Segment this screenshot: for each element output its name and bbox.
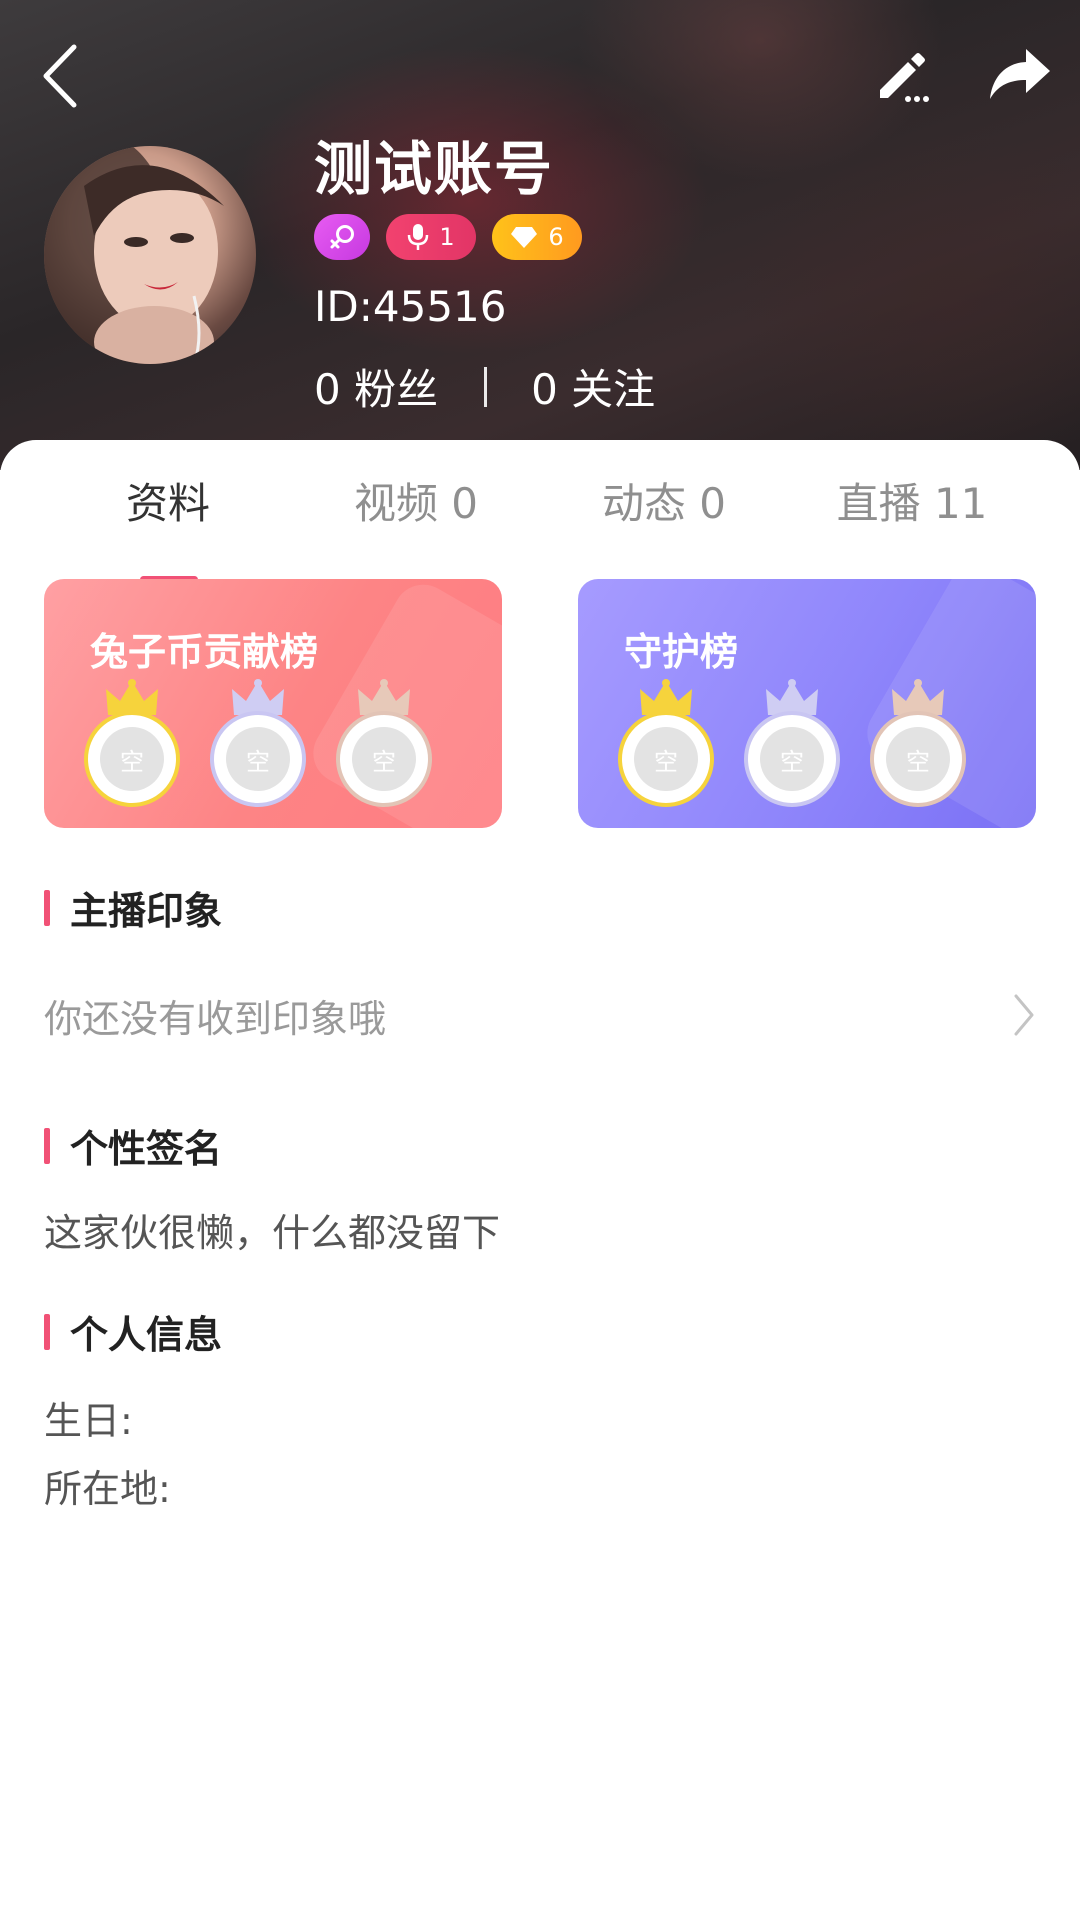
female-icon xyxy=(330,225,354,249)
empty-slot: 空 xyxy=(760,727,824,791)
profile-tabs: 资料 视频 0 动态 0 直播 11 xyxy=(0,470,1080,583)
empty-slot: 空 xyxy=(886,727,950,791)
impression-empty-text: 你还没有收到印象哦 xyxy=(44,996,387,1041)
chevron-left-icon xyxy=(43,44,77,108)
section-marker xyxy=(44,1313,50,1350)
back-button[interactable] xyxy=(30,40,90,112)
rank-card-title: 守护榜 xyxy=(624,630,739,674)
signature-text: 这家伙很懒，什么都没留下 xyxy=(44,1211,501,1255)
rank-slot-2: 空 xyxy=(210,679,306,807)
microphone-icon xyxy=(408,224,429,250)
impression-row[interactable]: 你还没有收到印象哦 xyxy=(44,980,1036,1050)
user-id: ID:45516 xyxy=(314,282,507,331)
empty-slot: 空 xyxy=(100,727,164,791)
level-badges: 1 6 xyxy=(314,214,582,260)
stats-divider xyxy=(484,366,488,407)
rank-slot-ring: 空 xyxy=(744,711,840,807)
section-title-text: 个性签名 xyxy=(70,1127,223,1171)
section-marker xyxy=(44,889,50,926)
gender-badge xyxy=(314,214,370,260)
rank-slot-1: 空 xyxy=(84,679,180,807)
guard-rank-card[interactable]: 守护榜 空 空 空 xyxy=(578,579,1036,828)
nickname: 测试账号 xyxy=(314,135,555,203)
profile-header: 测试账号 1 6 ID:45516 0 粉丝 0 关注 xyxy=(0,0,1080,470)
rank-slot-3: 空 xyxy=(336,679,432,807)
avatar[interactable] xyxy=(44,146,256,364)
edit-profile-button[interactable] xyxy=(868,44,936,108)
fans-count[interactable]: 0 粉丝 xyxy=(314,356,438,417)
section-title-text: 个人信息 xyxy=(70,1313,223,1357)
birthday-field: 生日: xyxy=(44,1399,133,1443)
rank-slot-ring: 空 xyxy=(84,711,180,807)
tab-moments[interactable]: 动态 0 xyxy=(544,470,784,531)
section-title-text: 主播印象 xyxy=(70,889,223,933)
rank-slot-2: 空 xyxy=(744,679,840,807)
profile-content: 资料 视频 0 动态 0 直播 11 兔子币贡献榜 空 空 空 守护榜 空 空 … xyxy=(0,440,1080,1920)
rank-slot-ring: 空 xyxy=(870,711,966,807)
section-marker xyxy=(44,1127,50,1164)
avatar-image xyxy=(44,146,224,364)
rank-slot-ring: 空 xyxy=(336,711,432,807)
tab-profile[interactable]: 资料 xyxy=(48,470,288,531)
rank-slot-ring: 空 xyxy=(618,711,714,807)
rank-card-title: 兔子币贡献榜 xyxy=(90,630,319,674)
empty-slot: 空 xyxy=(352,727,416,791)
signature-section-title: 个性签名 xyxy=(44,1118,222,1173)
anchor-level-badge: 1 xyxy=(386,214,476,260)
following-count[interactable]: 0 关注 xyxy=(531,356,655,417)
rank-slot-3: 空 xyxy=(870,679,966,807)
coin-contribution-rank-card[interactable]: 兔子币贡献榜 空 空 空 xyxy=(44,579,502,828)
rank-slot-1: 空 xyxy=(618,679,714,807)
empty-slot: 空 xyxy=(226,727,290,791)
empty-slot: 空 xyxy=(634,727,698,791)
chevron-right-icon xyxy=(1014,994,1034,1036)
tab-live[interactable]: 直播 11 xyxy=(792,470,1032,531)
personal-info-section-title: 个人信息 xyxy=(44,1304,222,1359)
impression-section-title: 主播印象 xyxy=(44,880,222,935)
diamond-icon xyxy=(511,227,538,248)
location-field: 所在地: xyxy=(44,1467,171,1511)
share-arrow-icon xyxy=(990,49,1050,99)
rank-slot-ring: 空 xyxy=(210,711,306,807)
wealth-level-badge: 6 xyxy=(492,214,582,260)
tab-videos[interactable]: 视频 0 xyxy=(296,470,536,531)
share-button[interactable] xyxy=(984,42,1056,106)
pencil-icon xyxy=(880,53,929,102)
wealth-level-value: 6 xyxy=(548,223,564,251)
follow-stats: 0 粉丝 0 关注 xyxy=(314,356,655,417)
anchor-level-value: 1 xyxy=(439,223,455,251)
